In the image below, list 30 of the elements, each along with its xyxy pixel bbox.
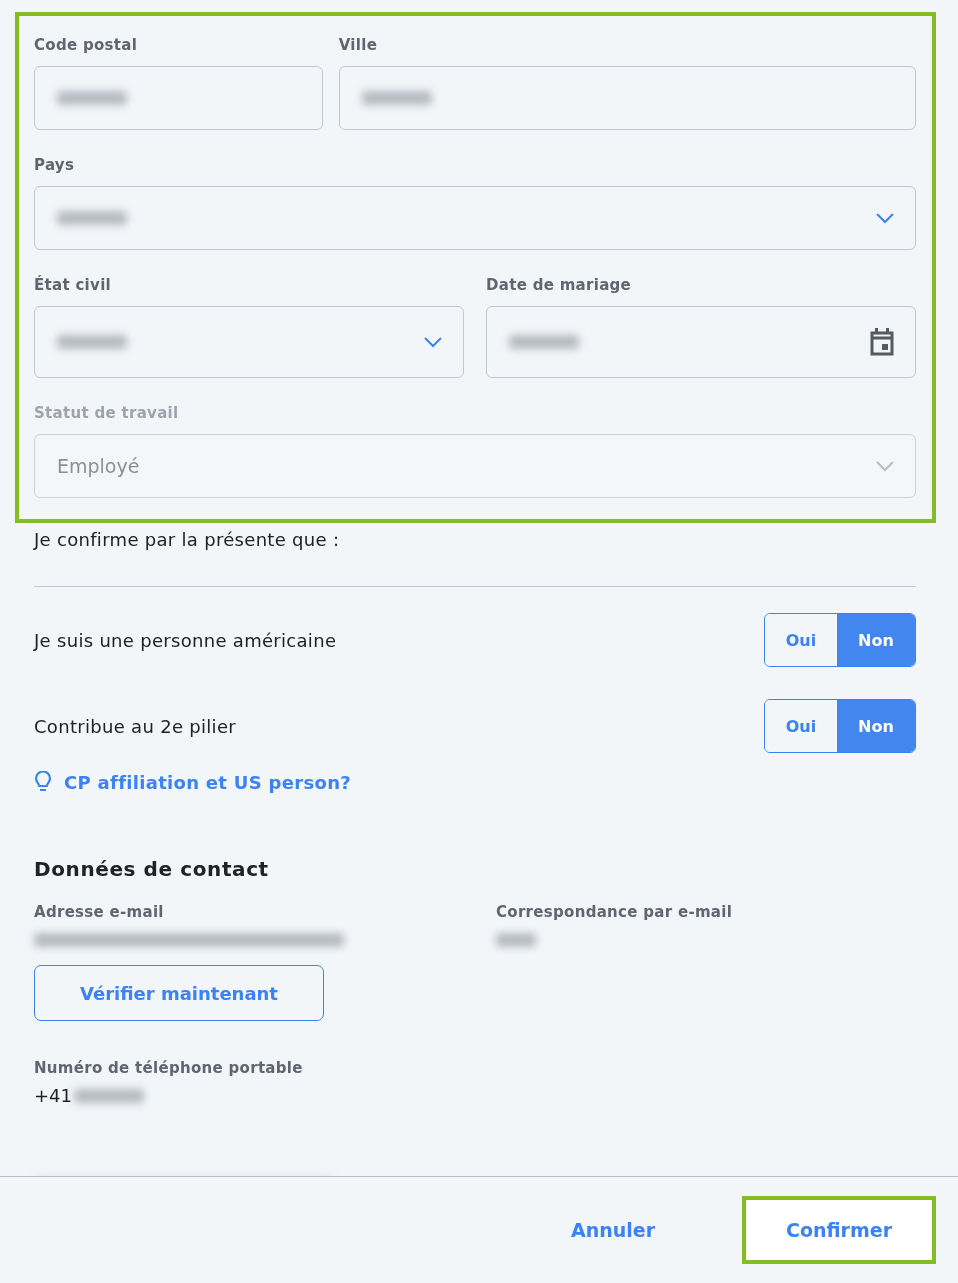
calendar-icon [869, 328, 895, 356]
question-label: Contribue au 2e pilier [34, 715, 236, 737]
section-title: Données de contact [34, 857, 270, 881]
field-label: Numéro de téléphone portable [34, 1059, 304, 1077]
toggle-option[interactable]: Non [837, 614, 915, 666]
question-label: Je suis une personne américaine [34, 629, 337, 651]
dropdown-field[interactable] [34, 306, 464, 378]
phone-prefix: +41 [34, 1085, 72, 1106]
confirmation-intro: Je confirme par la présente que : [34, 529, 341, 550]
field-label: Statut de travail [34, 404, 180, 422]
field-label: Date de mariage [486, 276, 633, 294]
chevron-down-icon [423, 336, 443, 348]
field-label: Code postal [34, 36, 139, 54]
field-label: Correspondance par e-mail [496, 903, 734, 921]
chevron-down-icon [875, 460, 895, 472]
input-field[interactable] [338, 66, 916, 130]
field-label: Ville [338, 36, 379, 54]
footer-button[interactable]: Confirmer [742, 1196, 936, 1264]
dropdown-field[interactable] [34, 186, 916, 250]
help-link[interactable]: CP affiliation et US person? [64, 771, 351, 793]
lightbulb-icon [34, 771, 52, 793]
input-field[interactable] [34, 66, 323, 130]
verify-button[interactable]: Vérifier maintenant [34, 965, 324, 1021]
toggle-option[interactable]: Non [837, 700, 915, 752]
field-value: Employé [57, 455, 140, 477]
field-label: Pays [34, 156, 76, 174]
chevron-down-icon [875, 212, 895, 224]
field-label: État civil [34, 276, 113, 294]
field-label: Adresse e-mail [34, 903, 165, 921]
date-field[interactable] [486, 306, 916, 378]
